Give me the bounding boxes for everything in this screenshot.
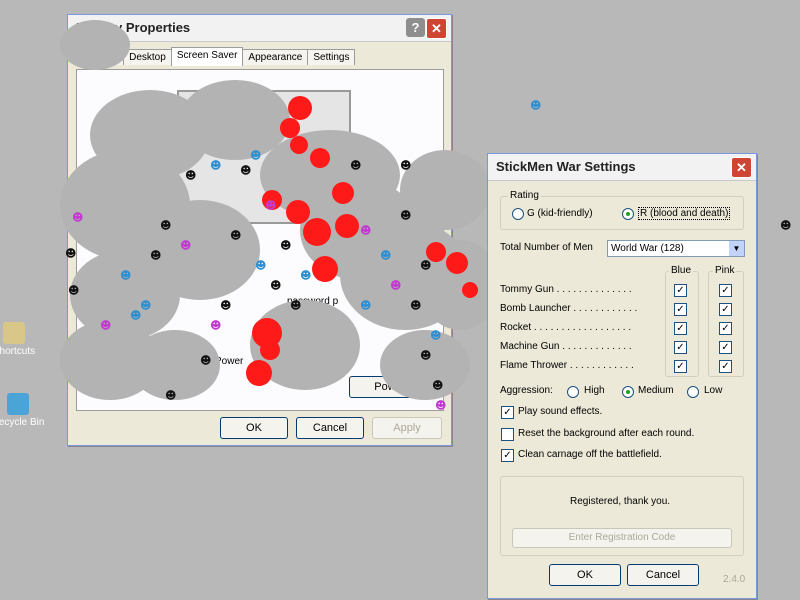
tab-settings[interactable]: Settings [307,49,356,65]
enter-registration-code-button[interactable]: Enter Registration Code [512,528,732,548]
reset-background-checkbox[interactable] [501,428,514,441]
monitor-preview [177,90,351,224]
window-title: StickMen War Settings [496,159,636,174]
rating-group-label: Rating [508,190,541,201]
weapon-label: Rocket . . . . . . . . . . . . . . . . .… [500,322,632,333]
power-text: Power [215,356,244,367]
aggression-label: Aggression: [500,385,553,396]
aggression-high-label[interactable]: High [584,385,605,396]
blue-header: Blue [669,265,694,276]
stick-man: ☻ [780,219,792,232]
rating-r-label[interactable]: R (blood and death) [638,207,731,220]
close-icon[interactable]: ✕ [731,157,752,178]
weapon-label: Flame Thrower . . . . . . . . . . . . [500,360,634,371]
total-men-value: World War (128) [611,243,684,254]
close-icon[interactable]: ✕ [426,18,447,39]
weapon-pink-checkbox[interactable]: ✓ [719,303,732,316]
aggression-high-radio[interactable] [567,386,579,398]
password-text: password p [287,296,339,307]
aggression-low-radio[interactable] [687,386,699,398]
desktop-icon-label: Recycle Bin [0,417,45,428]
title-bar[interactable]: StickMen War Settings ✕ [488,154,756,181]
play-sound-checkbox[interactable]: ✓ [501,406,514,419]
weapon-blue-checkbox[interactable]: ✓ [674,322,687,335]
rating-r-radio[interactable] [622,208,634,220]
aggression-low-label[interactable]: Low [704,385,722,396]
blood-splatter [462,282,478,298]
tab-themes[interactable]: Themes [76,49,125,65]
pink-header: Pink [713,265,737,276]
weapon-label: Machine Gun . . . . . . . . . . . . . [500,341,632,352]
stickmen-settings-window: StickMen War Settings ✕ Rating G (kid-fr… [487,153,757,599]
registration-status: Registered, thank you. [570,496,671,507]
weapon-pink-checkbox[interactable]: ✓ [719,360,732,373]
weapon-pink-checkbox[interactable]: ✓ [719,341,732,354]
shortcuts-icon [3,322,25,344]
cancel-button[interactable]: Cancel [627,564,699,586]
aggression-medium-radio[interactable] [622,386,634,398]
tab-screen-saver[interactable]: Screen Saver [170,47,244,66]
tab-bar: Themes Desktop Screen Saver Appearance Setti… [76,47,356,69]
ok-button[interactable]: OK [549,564,621,586]
desktop-icon-label: Shortcuts [0,346,36,357]
tab-panel: password p er settings and c Power Pow [76,69,444,411]
stick-man: ☻ [530,99,542,112]
display-properties-window: Display Properties ? ✕ Themes Desktop Scre… [67,14,452,446]
desktop-icon-recycle-bin[interactable]: Recycle Bin [0,393,46,428]
rating-g-radio[interactable] [512,208,524,220]
weapon-blue-checkbox[interactable]: ✓ [674,303,687,316]
recycle-bin-icon [7,393,29,415]
weapon-label: Bomb Launcher . . . . . . . . . . . . [500,303,638,314]
weapon-blue-checkbox[interactable]: ✓ [674,360,687,373]
weapon-label: Tommy Gun . . . . . . . . . . . . . . [500,284,632,295]
desktop-icon-shortcuts[interactable]: Shortcuts [0,322,42,357]
total-men-select[interactable]: World War (128) ▼ [607,240,745,257]
reset-background-label[interactable]: Reset the background after each round. [518,428,694,439]
cancel-button[interactable]: Cancel [296,417,364,439]
weapon-blue-checkbox[interactable]: ✓ [674,284,687,297]
weapon-pink-checkbox[interactable]: ✓ [719,284,732,297]
apply-button[interactable]: Apply [372,417,442,439]
window-title: Display Properties [76,20,191,35]
power-button[interactable]: Pow [349,376,421,398]
rating-g-label[interactable]: G (kid-friendly) [527,208,593,219]
tab-desktop[interactable]: Desktop [123,49,172,65]
tab-appearance[interactable]: Appearance [242,49,309,65]
help-icon[interactable]: ? [406,18,425,37]
power-settings-text: er settings and c [277,342,351,353]
version-label: 2.4.0 [723,574,746,585]
power-icon [101,360,131,382]
aggression-medium-label[interactable]: Medium [638,385,674,396]
total-men-label: Total Number of Men [500,242,593,253]
clean-carnage-checkbox[interactable]: ✓ [501,449,514,462]
ok-button[interactable]: OK [220,417,288,439]
play-sound-label[interactable]: Play sound effects. [518,406,602,417]
title-bar[interactable]: Display Properties ? ✕ [68,15,451,42]
weapon-blue-checkbox[interactable]: ✓ [674,341,687,354]
clean-carnage-label[interactable]: Clean carnage off the battlefield. [518,449,662,460]
weapon-pink-checkbox[interactable]: ✓ [719,322,732,335]
chevron-down-icon[interactable]: ▼ [729,241,744,256]
